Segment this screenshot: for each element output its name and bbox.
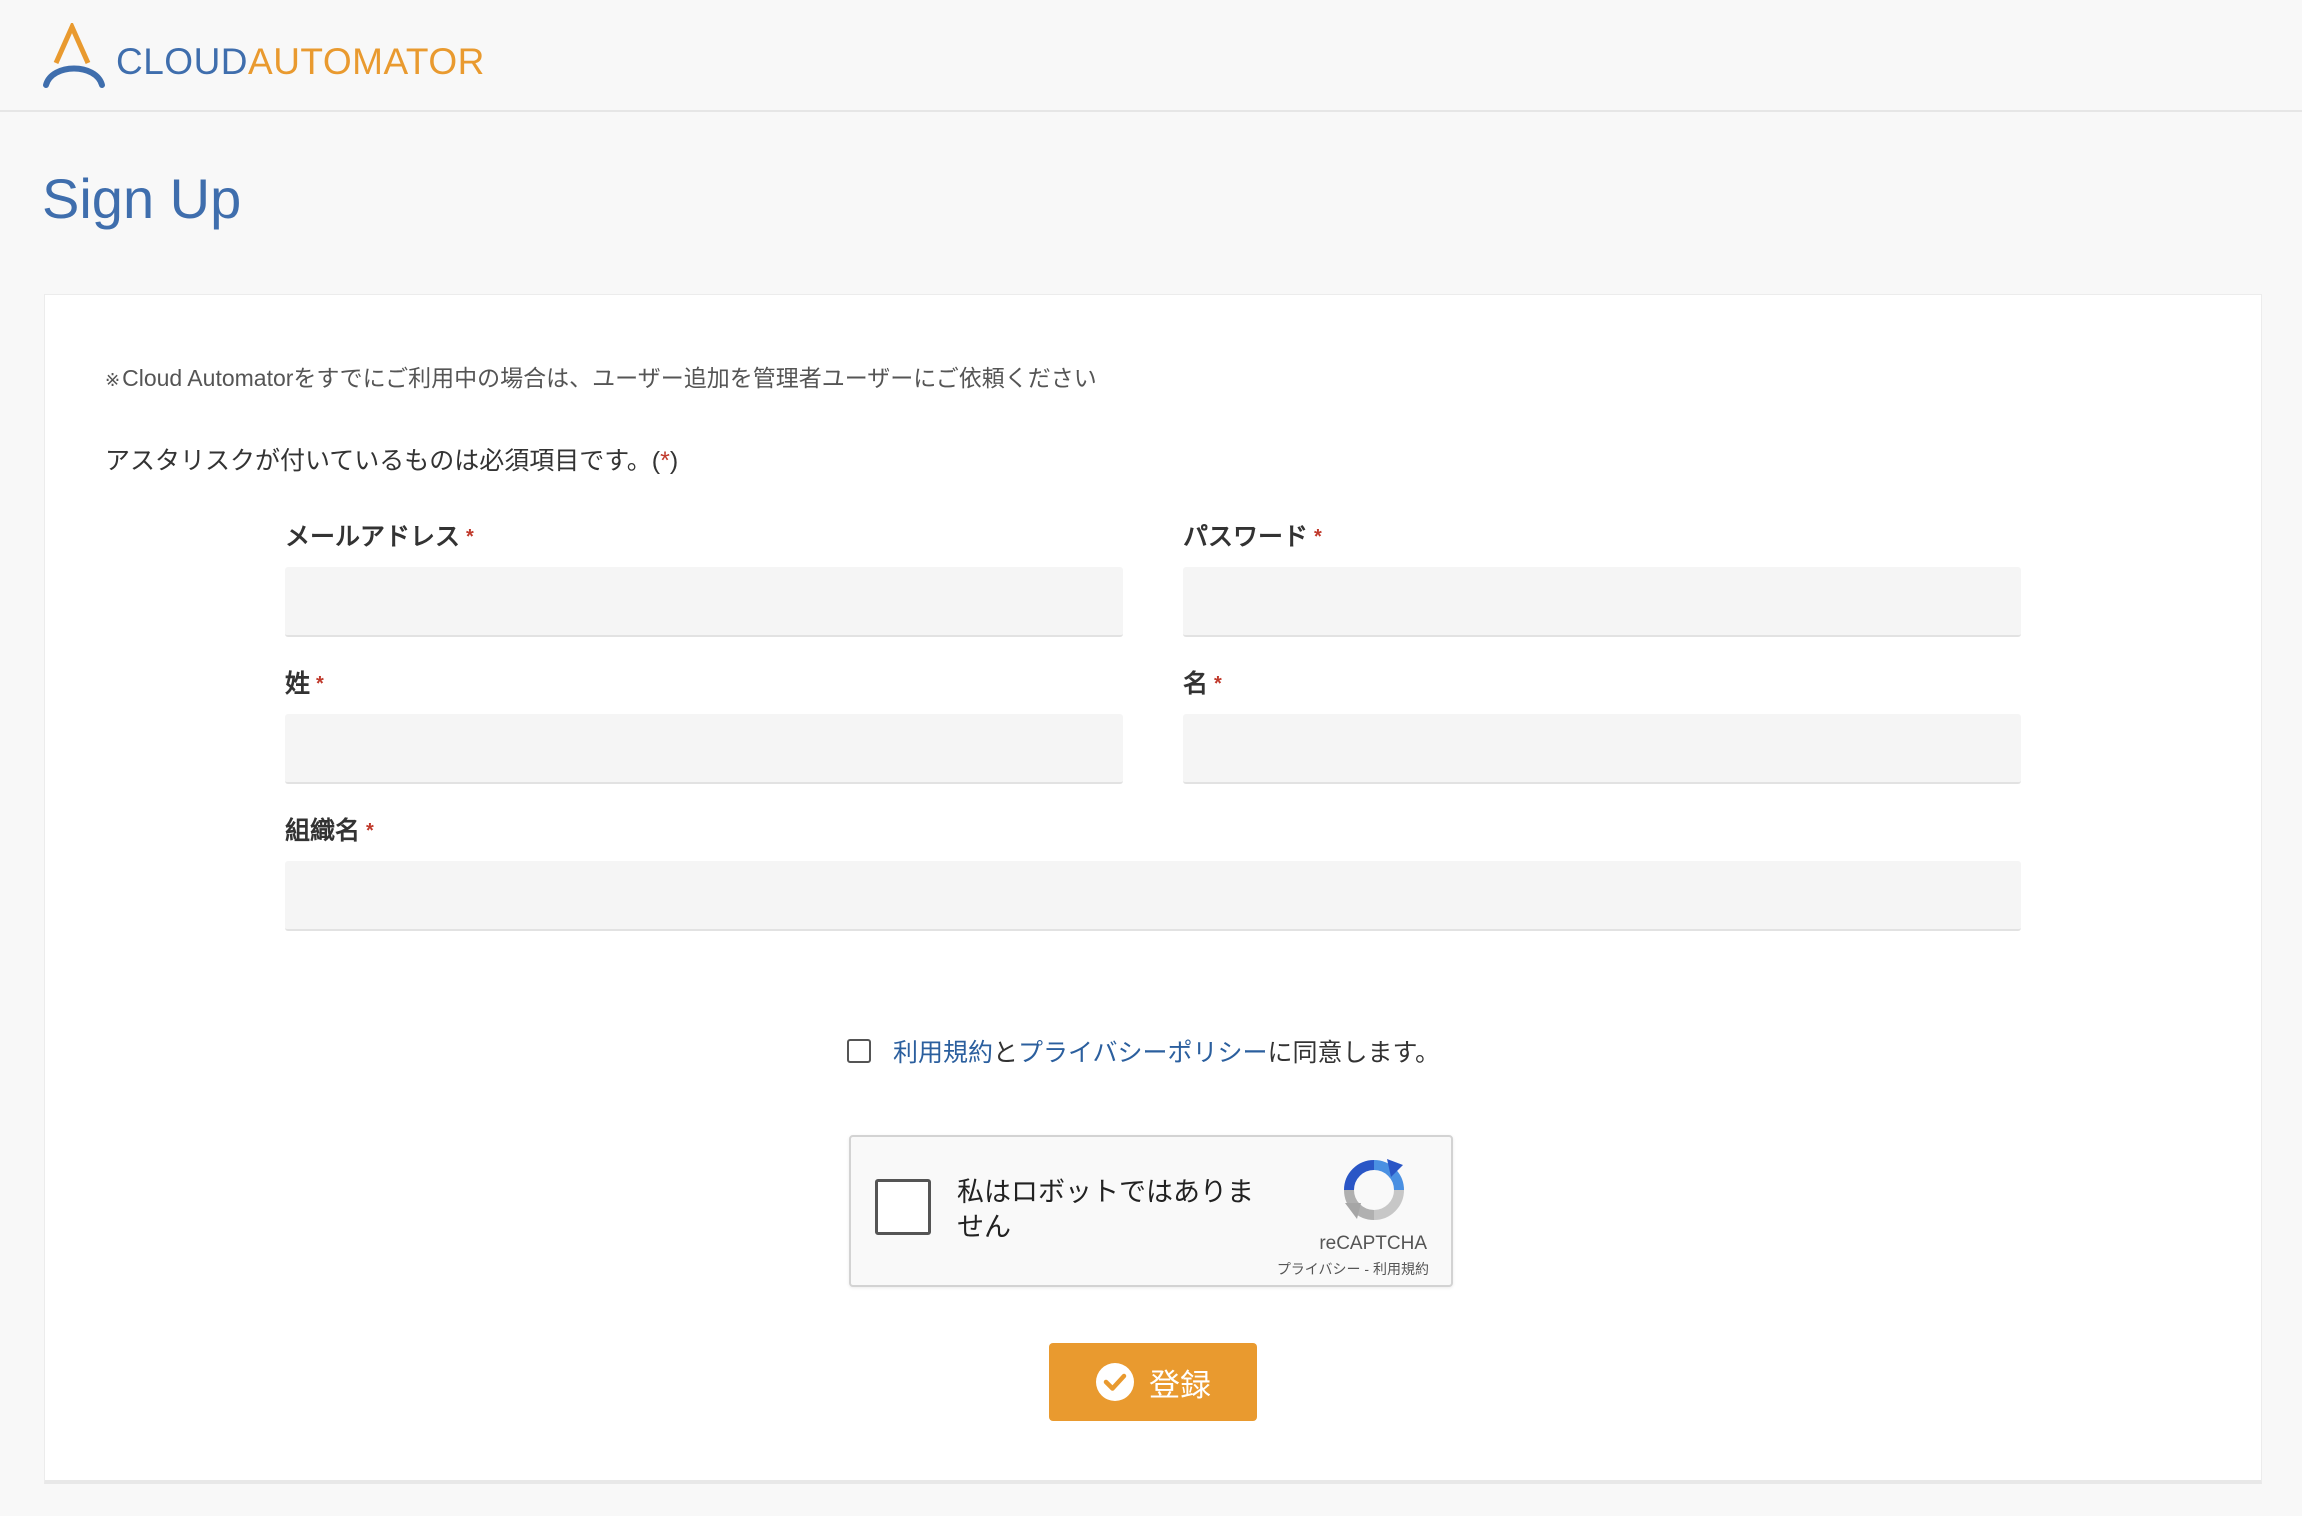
organization-label-text: 組織名 bbox=[285, 817, 361, 845]
last-name-required-mark: * bbox=[316, 673, 324, 695]
email-input[interactable] bbox=[285, 567, 1123, 637]
email-label: メールアドレス * bbox=[285, 521, 1123, 553]
first-name-input[interactable] bbox=[1183, 714, 2021, 784]
required-asterisk: * bbox=[660, 447, 670, 475]
privacy-policy-link[interactable]: プライバシーポリシー bbox=[1018, 1033, 1268, 1069]
check-circle-icon bbox=[1096, 1363, 1134, 1401]
email-label-text: メールアドレス bbox=[285, 523, 461, 551]
password-input[interactable] bbox=[1183, 567, 2021, 637]
password-label: パスワード * bbox=[1183, 521, 2021, 553]
page-title: Sign Up bbox=[42, 167, 242, 230]
required-fields-note: アスタリスクが付いているものは必須項目です。(*) bbox=[105, 441, 678, 477]
note-text: Cloud Automatorをすでにご利用中の場合は、ユーザー追加を管理者ユー… bbox=[122, 365, 1097, 391]
organization-input[interactable] bbox=[285, 861, 2021, 931]
last-name-field-group: 姓 * bbox=[285, 668, 1123, 784]
recaptcha-checkbox[interactable] bbox=[875, 1179, 931, 1235]
first-name-label-text: 名 bbox=[1183, 670, 1209, 698]
logo-text: CLOUDAUTOMATOR bbox=[116, 33, 485, 80]
terms-agreement: 利用規約とプライバシーポリシー に同意します。 bbox=[847, 1033, 1440, 1069]
first-name-label: 名 * bbox=[1183, 668, 2021, 700]
password-field-group: パスワード * bbox=[1183, 521, 2021, 637]
first-name-field-group: 名 * bbox=[1183, 668, 2021, 784]
note-mark: ※ bbox=[105, 370, 121, 390]
email-required-mark: * bbox=[466, 526, 474, 548]
password-label-text: パスワード bbox=[1183, 523, 1309, 551]
signup-card: ※Cloud Automatorをすでにご利用中の場合は、ユーザー追加を管理者ユ… bbox=[44, 294, 2262, 1484]
last-name-label-text: 姓 bbox=[285, 670, 311, 698]
logo-text-cloud: CLOUD bbox=[116, 40, 249, 82]
recaptcha-privacy-link[interactable]: プライバシー bbox=[1277, 1261, 1361, 1277]
recaptcha-icon bbox=[1344, 1159, 1404, 1220]
password-required-mark: * bbox=[1314, 526, 1322, 548]
register-button-label: 登録 bbox=[1149, 1367, 1211, 1403]
organization-required-mark: * bbox=[366, 820, 374, 842]
existing-user-note: ※Cloud Automatorをすでにご利用中の場合は、ユーザー追加を管理者ユ… bbox=[105, 359, 1097, 393]
required-note-text: アスタリスクが付いているものは必須項目です。( bbox=[105, 447, 661, 475]
terms-of-service-link[interactable]: 利用規約 bbox=[893, 1033, 993, 1069]
organization-label: 組織名 * bbox=[285, 815, 2021, 847]
recaptcha-footer-links: プライバシー - 利用規約 bbox=[1277, 1259, 1429, 1279]
recaptcha-link-separator: - bbox=[1360, 1261, 1373, 1277]
logo-text-automator: AUTOMATOR bbox=[248, 40, 485, 82]
recaptcha-widget: 私はロボットではありません reCAPTCHA プライバシー - 利用規約 bbox=[849, 1135, 1453, 1287]
required-note-close: ) bbox=[669, 447, 679, 475]
cloudautomator-logo-icon bbox=[43, 23, 105, 88]
last-name-input[interactable] bbox=[285, 714, 1123, 784]
register-button[interactable]: 登録 bbox=[1049, 1343, 1257, 1421]
cloudautomator-logo[interactable]: CLOUDAUTOMATOR bbox=[42, 22, 485, 90]
last-name-label: 姓 * bbox=[285, 668, 1123, 700]
first-name-required-mark: * bbox=[1214, 673, 1222, 695]
recaptcha-label: 私はロボットではありません bbox=[957, 1177, 1254, 1242]
terms-agree-checkbox[interactable] bbox=[847, 1039, 871, 1063]
email-field-group: メールアドレス * bbox=[285, 521, 1123, 637]
agree-and-text: と bbox=[993, 1039, 1019, 1067]
top-header: CLOUDAUTOMATOR bbox=[0, 0, 2302, 112]
recaptcha-brand: reCAPTCHA bbox=[1319, 1233, 1427, 1254]
organization-field-group: 組織名 * bbox=[285, 815, 2021, 931]
recaptcha-terms-link[interactable]: 利用規約 bbox=[1373, 1261, 1429, 1277]
agree-suffix-text: に同意します。 bbox=[1267, 1039, 1441, 1067]
